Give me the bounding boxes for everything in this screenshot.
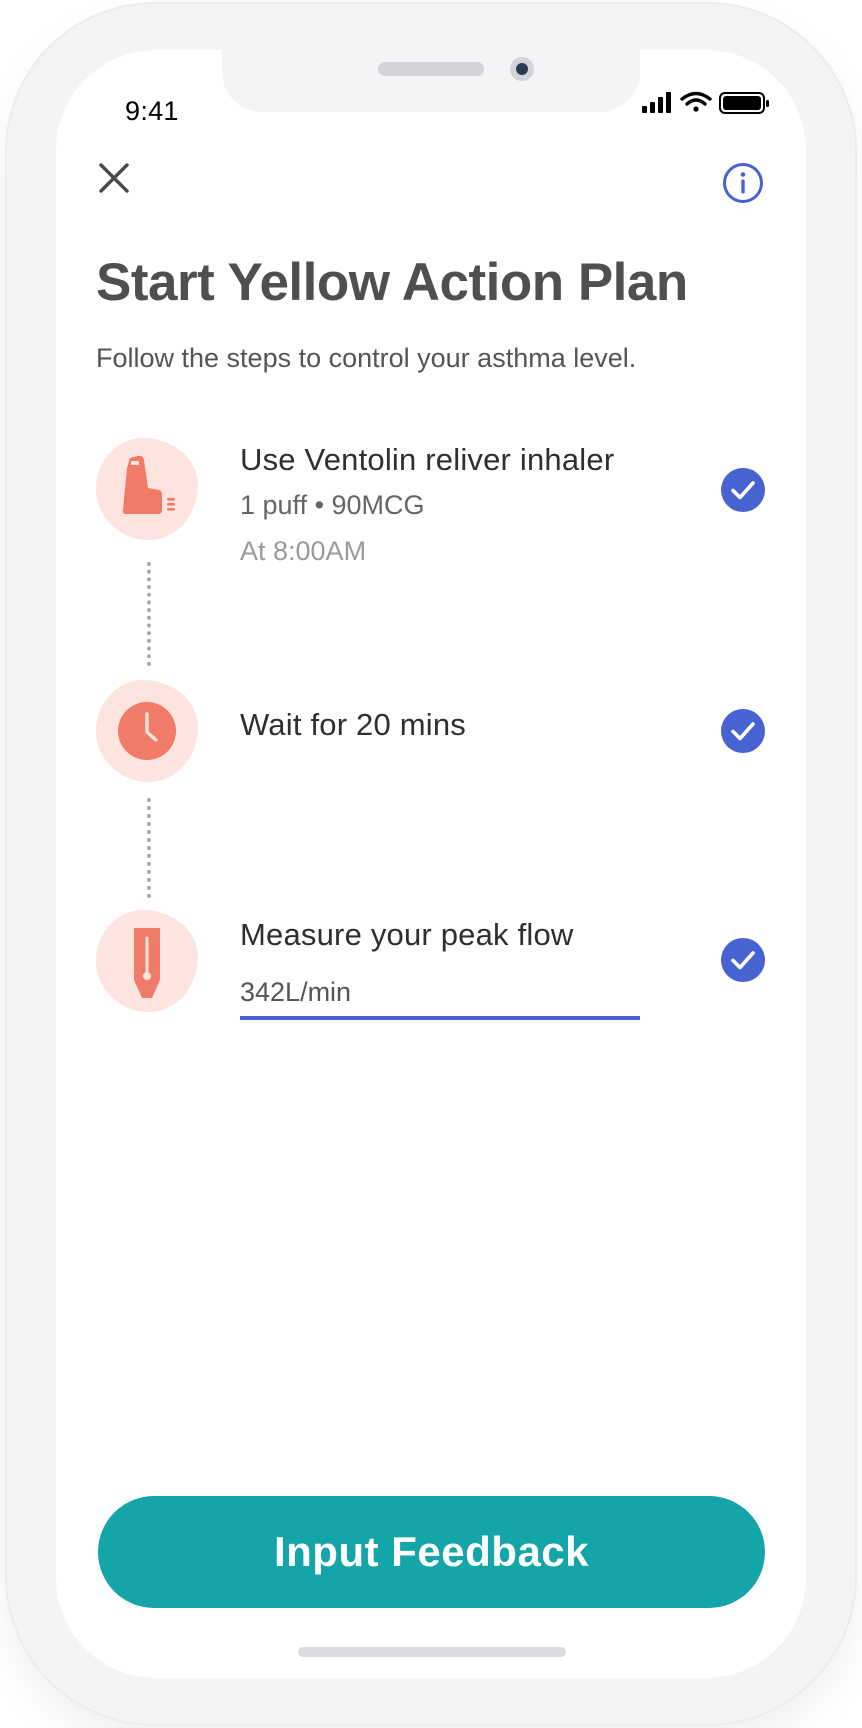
- step-3-title: Measure your peak flow: [240, 917, 574, 952]
- clock-icon: [118, 702, 176, 760]
- step-1-check-button[interactable]: [721, 468, 765, 512]
- front-camera: [510, 57, 534, 81]
- step-connector: [147, 562, 151, 666]
- peak-flow-meter-icon: [134, 928, 160, 998]
- step-2-check-button[interactable]: [721, 709, 765, 753]
- step-2-icon-badge: [96, 680, 198, 782]
- speaker-grille: [378, 62, 484, 76]
- input-feedback-button[interactable]: Input Feedback: [98, 1496, 765, 1608]
- device-notch: [222, 50, 640, 112]
- step-1-time: At 8:00AM: [240, 536, 367, 566]
- checkmark-icon: [731, 722, 755, 741]
- step-1-title: Use Ventolin reliver inhaler: [240, 442, 615, 477]
- step-1-dosage: 1 puff • 90MCG: [240, 490, 425, 520]
- battery-icon: [719, 92, 769, 114]
- peak-flow-input[interactable]: [240, 968, 640, 1020]
- info-icon: [723, 163, 763, 203]
- step-2-title: Wait for 20 mins: [240, 707, 466, 742]
- cellular-signal-icon: [642, 92, 671, 113]
- step-connector: [147, 798, 151, 898]
- step-3-icon-badge: [96, 910, 198, 1012]
- wifi-icon: [680, 91, 712, 112]
- close-icon: [99, 163, 129, 193]
- home-indicator: [298, 1647, 566, 1657]
- checkmark-icon: [731, 951, 755, 970]
- checkmark-icon: [731, 481, 755, 500]
- info-button[interactable]: [722, 162, 764, 204]
- page-subtitle: Follow the steps to control your asthma …: [96, 343, 637, 373]
- inhaler-icon: [122, 455, 175, 514]
- status-icons: [640, 90, 780, 116]
- step-3-check-button[interactable]: [721, 938, 765, 982]
- close-button[interactable]: [92, 156, 136, 200]
- page-title: Start Yellow Action Plan: [96, 253, 688, 312]
- status-time: 9:41: [125, 96, 179, 126]
- step-1-icon-badge: [96, 438, 198, 540]
